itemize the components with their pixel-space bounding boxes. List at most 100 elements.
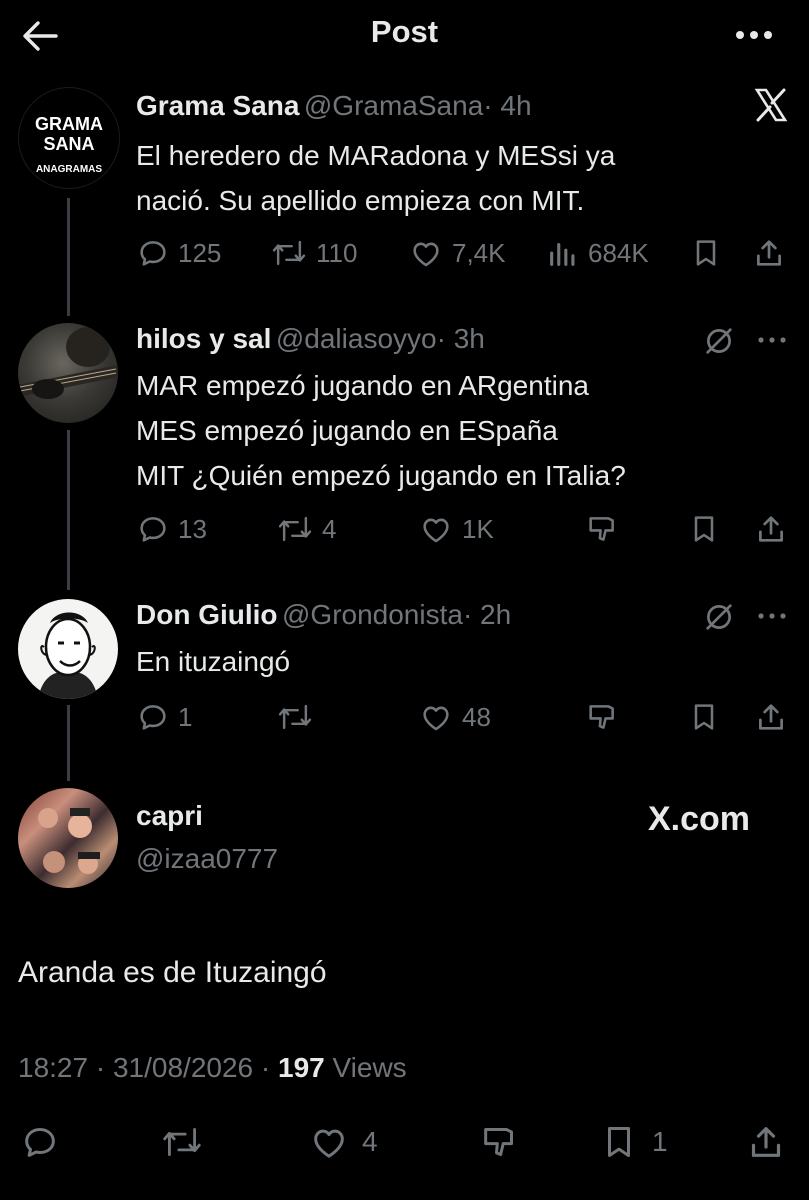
tweet-text-line: MIT ¿Quién empezó jugando en ITalia? [136, 460, 626, 491]
retweet-count: 110 [316, 237, 358, 268]
display-name[interactable]: Don Giulio [136, 599, 278, 630]
display-name[interactable]: hilos y sal [136, 323, 271, 354]
retweet-count: 4 [322, 513, 337, 544]
views-icon [550, 242, 575, 266]
like-count: 7,4K [452, 237, 506, 268]
bookmark-button[interactable]: 1 [600, 1122, 668, 1162]
thread-line [67, 198, 70, 316]
like-icon [314, 1129, 344, 1158]
user-handle[interactable]: @GramaSana [304, 90, 483, 121]
dislike-icon [484, 1128, 513, 1156]
post-time[interactable]: · 4h [483, 90, 531, 121]
retweet-icon [278, 704, 312, 730]
reply-icon [140, 517, 166, 542]
views-count: 197 [278, 1052, 325, 1083]
retweet-icon [163, 1128, 201, 1156]
more-options-button[interactable] [732, 20, 776, 50]
share-icon [759, 704, 783, 730]
retweet-icon [278, 516, 312, 542]
like-icon [413, 242, 439, 267]
avatar-photo [18, 327, 118, 399]
avatar-logo-line: SANA [43, 134, 95, 154]
retweet-button[interactable]: 110 [270, 236, 357, 270]
post-date[interactable]: 31/08/2026 [113, 1052, 253, 1083]
retweet-button[interactable]: 4 [276, 512, 336, 546]
reply-button[interactable]: 125 [136, 236, 221, 270]
reply-count: 125 [178, 237, 222, 268]
avatar-logo-line: GRAMA [35, 114, 103, 134]
bookmark-count: 1 [652, 1126, 668, 1157]
post-time[interactable]: 18:27 [18, 1052, 88, 1083]
retweet-button[interactable] [160, 1122, 204, 1162]
avatar-caricature [38, 612, 98, 699]
more-options-button[interactable] [754, 602, 790, 635]
avatar[interactable]: GRAMA SANA ANAGRAMAS [18, 87, 120, 189]
avatar[interactable] [18, 599, 118, 699]
dislike-button[interactable] [584, 700, 620, 734]
bookmark-button[interactable] [688, 512, 720, 546]
reply-count: 1 [178, 701, 193, 732]
like-icon [423, 518, 449, 543]
share-button[interactable] [754, 512, 788, 546]
more-icon [758, 337, 786, 343]
tweet-text-line: El heredero de MARadona y MESsi ya [136, 140, 616, 171]
like-count: 4 [362, 1126, 378, 1157]
share-button[interactable] [746, 1122, 786, 1162]
views-count: 684K [588, 237, 649, 268]
dislike-icon [589, 517, 614, 541]
share-button[interactable] [752, 236, 786, 270]
bookmark-button[interactable] [690, 236, 722, 270]
reply-button[interactable]: 13 [136, 512, 207, 546]
post-time[interactable]: · 3h [437, 323, 485, 354]
post-text: Aranda es de Ituzaingó [18, 956, 327, 989]
grok-button[interactable] [702, 324, 736, 363]
tweet-header: Grama Sana @GramaSana· 4h [136, 90, 532, 122]
dislike-button[interactable] [478, 1122, 520, 1162]
avatar[interactable] [18, 323, 118, 423]
retweet-button[interactable] [276, 700, 322, 734]
display-name[interactable]: capri [136, 800, 203, 832]
x-logo-icon [754, 88, 788, 122]
like-icon [423, 706, 449, 731]
tweet-header: hilos y sal @daliasoyyo· 3h [136, 323, 485, 355]
reply-button[interactable]: 1 [136, 700, 192, 734]
share-icon [751, 1127, 781, 1157]
share-icon [759, 516, 783, 542]
tweet-text-line: nació. Su apellido empieza con MIT. [136, 185, 585, 216]
like-button[interactable]: 48 [418, 700, 491, 734]
share-icon [757, 240, 781, 266]
bookmark-icon [694, 704, 714, 730]
like-count: 48 [462, 701, 491, 732]
avatar[interactable] [18, 788, 118, 888]
grok-icon [706, 604, 732, 630]
thread-line [67, 430, 70, 590]
like-button[interactable]: 4 [308, 1122, 378, 1162]
more-options-button[interactable] [754, 326, 790, 359]
like-button[interactable]: 1K [418, 512, 494, 546]
share-button[interactable] [754, 700, 788, 734]
post-metadata: 18:27 · 31/08/2026 · 197 Views [18, 1052, 407, 1083]
thread-line [67, 705, 70, 781]
dislike-button[interactable] [584, 512, 620, 546]
reply-icon [140, 241, 166, 266]
tweet-text-line: En ituzaingó [136, 646, 291, 677]
like-button[interactable]: 7,4K [408, 236, 506, 270]
user-handle[interactable]: @Grondonista [282, 599, 463, 630]
reply-button[interactable] [20, 1122, 60, 1162]
bookmark-button[interactable] [688, 700, 720, 734]
tweet-text-line: MES empezó jugando en ESpaña [136, 415, 558, 446]
display-name[interactable]: Grama Sana [136, 90, 299, 121]
user-handle[interactable]: @izaa0777 [136, 843, 278, 875]
views-label: Views [332, 1052, 407, 1083]
reply-icon [140, 705, 166, 730]
tweet-header: Don Giulio @Grondonista· 2h [136, 599, 511, 631]
grok-button[interactable] [702, 600, 736, 639]
more-icon [736, 31, 772, 39]
views-button[interactable]: 684K [546, 236, 649, 270]
user-handle[interactable]: @daliasoyyo [276, 323, 437, 354]
x-com-watermark: X.com [648, 800, 751, 838]
post-time[interactable]: · 2h [463, 599, 511, 630]
page-title: Post [370, 14, 439, 49]
avatar-logo-line: ANAGRAMAS [35, 164, 103, 175]
retweet-icon [272, 240, 306, 266]
